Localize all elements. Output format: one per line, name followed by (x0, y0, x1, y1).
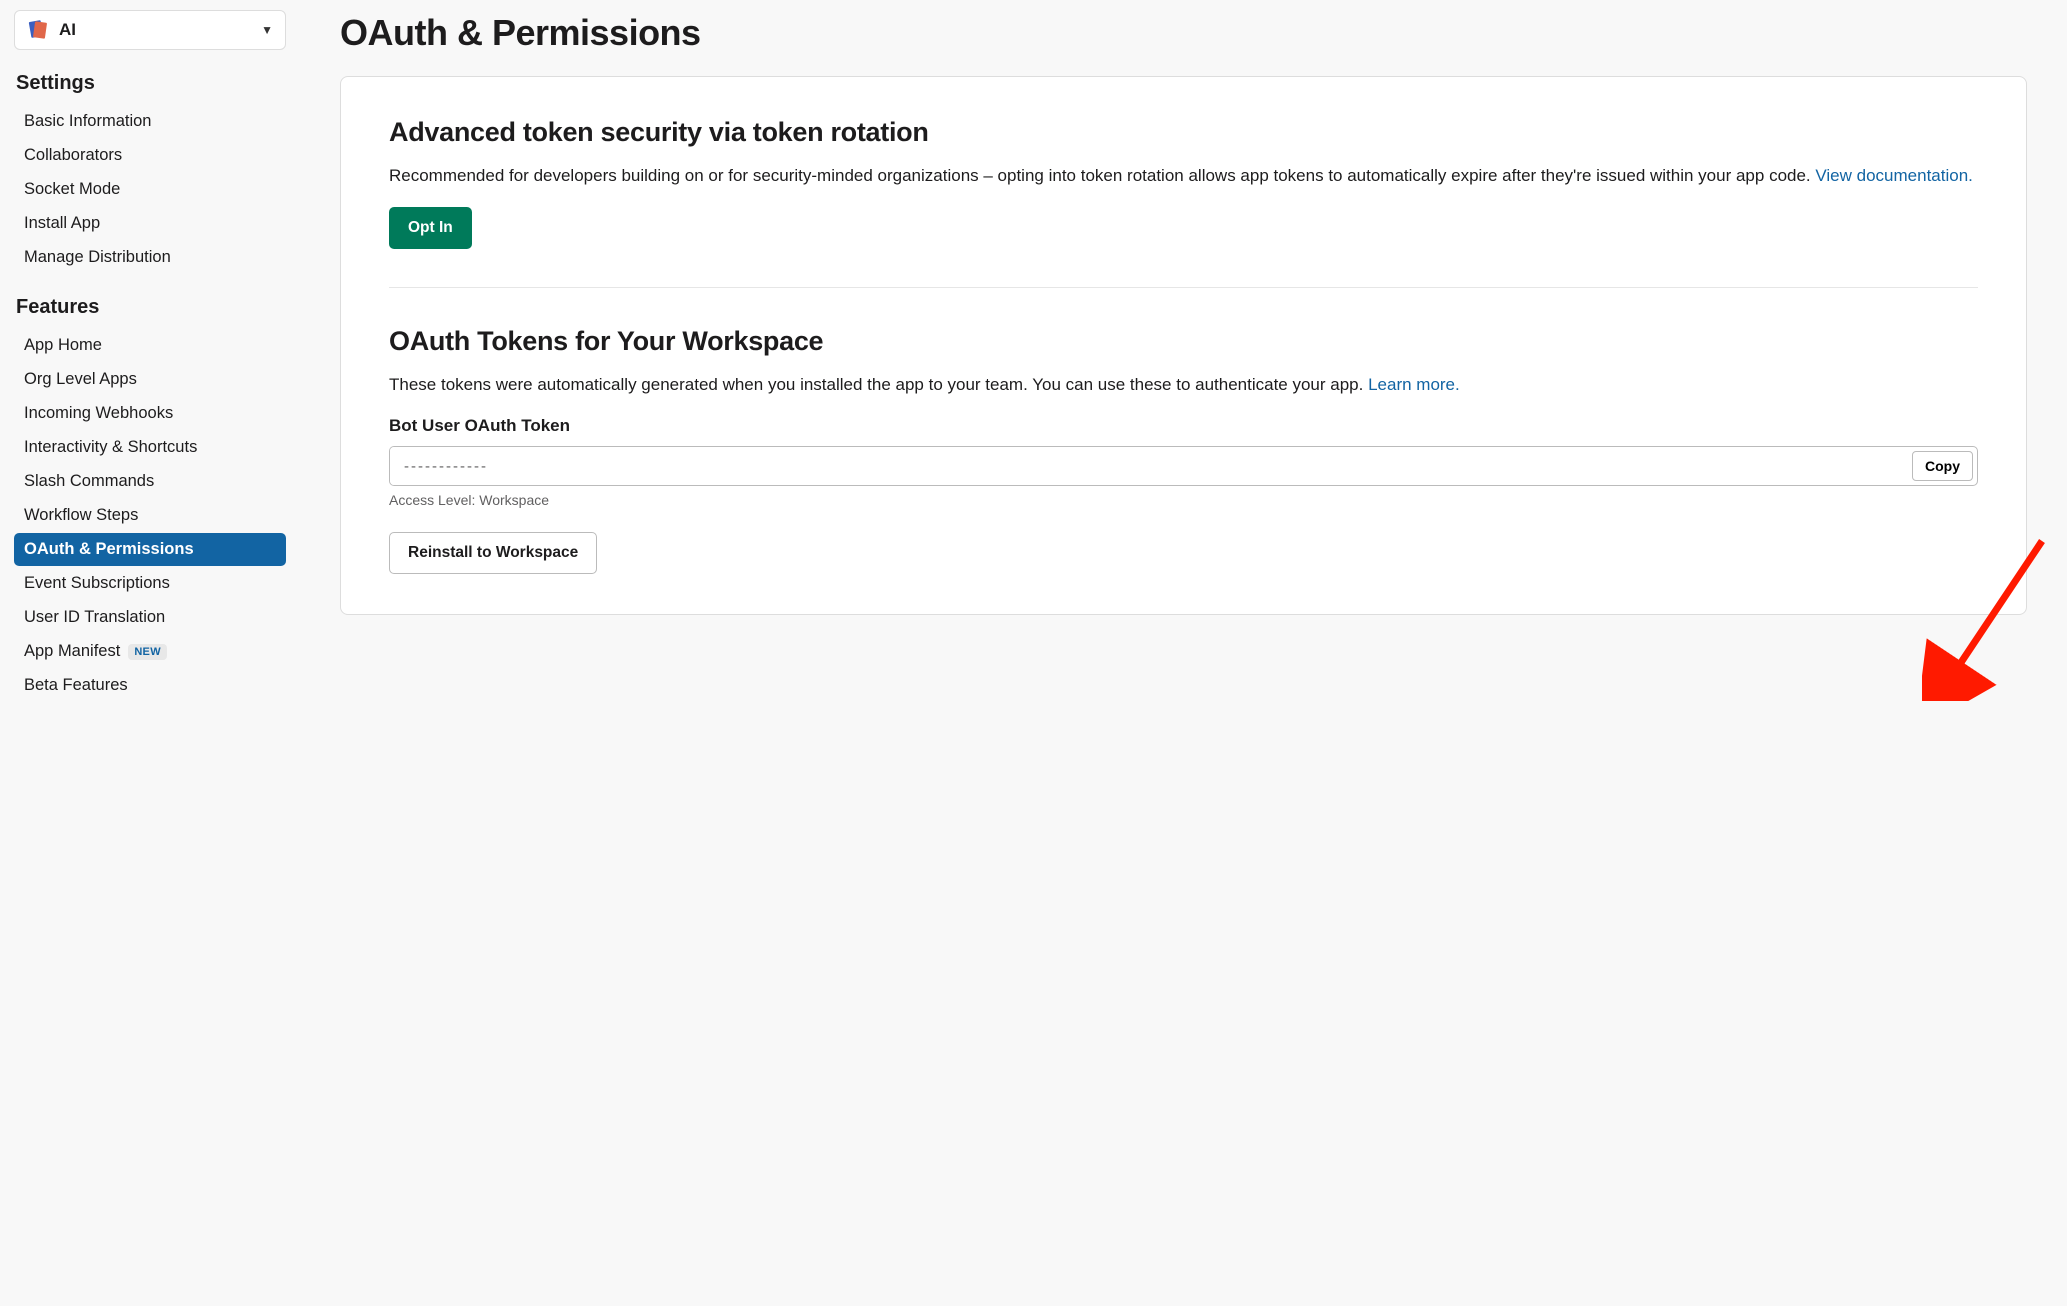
sidebar-item-collaborators[interactable]: Collaborators (14, 139, 286, 172)
copy-button[interactable]: Copy (1912, 451, 1973, 481)
annotation-arrow-icon (1922, 531, 2062, 701)
sidebar-item-label: Install App (24, 214, 100, 233)
sidebar-item-basic-information[interactable]: Basic Information (14, 105, 286, 138)
sidebar-item-label: Beta Features (24, 676, 128, 695)
sidebar-item-label: Interactivity & Shortcuts (24, 438, 197, 457)
sidebar-item-label: Slash Commands (24, 472, 154, 491)
sidebar-item-label: Socket Mode (24, 180, 120, 199)
sidebar-item-event-subscriptions[interactable]: Event Subscriptions (14, 567, 286, 600)
token-rotation-heading: Advanced token security via token rotati… (389, 117, 1978, 148)
token-rotation-description: Recommended for developers building on o… (389, 162, 1978, 189)
sidebar-item-label: Workflow Steps (24, 506, 138, 525)
oauth-tokens-heading: OAuth Tokens for Your Workspace (389, 326, 1978, 357)
sidebar-item-app-home[interactable]: App Home (14, 329, 286, 362)
view-documentation-link[interactable]: View documentation. (1815, 166, 1973, 185)
sidebar-item-socket-mode[interactable]: Socket Mode (14, 173, 286, 206)
sidebar-item-beta-features[interactable]: Beta Features (14, 669, 286, 702)
sidebar-item-label: Incoming Webhooks (24, 404, 173, 423)
sidebar-item-label: Event Subscriptions (24, 574, 170, 593)
sidebar: AI ▼ Settings Basic Information Collabor… (0, 0, 300, 1306)
opt-in-button[interactable]: Opt In (389, 207, 472, 249)
app-logo-icon (27, 19, 49, 41)
bot-token-label: Bot User OAuth Token (389, 416, 1978, 436)
settings-heading: Settings (16, 72, 284, 95)
sidebar-item-interactivity-shortcuts[interactable]: Interactivity & Shortcuts (14, 431, 286, 464)
sidebar-item-incoming-webhooks[interactable]: Incoming Webhooks (14, 397, 286, 430)
sidebar-item-label: Manage Distribution (24, 248, 171, 267)
sidebar-item-manage-distribution[interactable]: Manage Distribution (14, 241, 286, 274)
divider (389, 287, 1978, 288)
sidebar-item-label: Collaborators (24, 146, 122, 165)
learn-more-link[interactable]: Learn more. (1368, 375, 1460, 394)
features-heading: Features (16, 296, 284, 319)
sidebar-item-app-manifest[interactable]: App Manifest NEW (14, 635, 286, 668)
app-selector-name: AI (59, 20, 251, 40)
sidebar-item-org-level-apps[interactable]: Org Level Apps (14, 363, 286, 396)
features-nav-group: App Home Org Level Apps Incoming Webhook… (14, 329, 286, 702)
main-content: OAuth & Permissions Advanced token secur… (300, 0, 2067, 1306)
sidebar-item-label: User ID Translation (24, 608, 165, 627)
reinstall-button[interactable]: Reinstall to Workspace (389, 532, 597, 574)
sidebar-item-label: App Manifest (24, 642, 120, 661)
bot-token-value[interactable]: ------------ (390, 447, 1908, 485)
bot-token-row: ------------ Copy (389, 446, 1978, 486)
access-level-label: Access Level: Workspace (389, 492, 1978, 508)
sidebar-item-slash-commands[interactable]: Slash Commands (14, 465, 286, 498)
page-title: OAuth & Permissions (340, 12, 2027, 54)
sidebar-item-label: App Home (24, 336, 102, 355)
sidebar-item-label: Org Level Apps (24, 370, 137, 389)
new-badge: NEW (128, 644, 167, 660)
oauth-tokens-description: These tokens were automatically generate… (389, 371, 1978, 398)
sidebar-item-label: Basic Information (24, 112, 151, 131)
app-selector[interactable]: AI ▼ (14, 10, 286, 50)
sidebar-item-user-id-translation[interactable]: User ID Translation (14, 601, 286, 634)
sidebar-item-workflow-steps[interactable]: Workflow Steps (14, 499, 286, 532)
oauth-card: Advanced token security via token rotati… (340, 76, 2027, 615)
sidebar-item-install-app[interactable]: Install App (14, 207, 286, 240)
sidebar-item-oauth-permissions[interactable]: OAuth & Permissions (14, 533, 286, 566)
sidebar-item-label: OAuth & Permissions (24, 540, 194, 559)
settings-nav-group: Basic Information Collaborators Socket M… (14, 105, 286, 274)
chevron-down-icon: ▼ (261, 23, 273, 37)
